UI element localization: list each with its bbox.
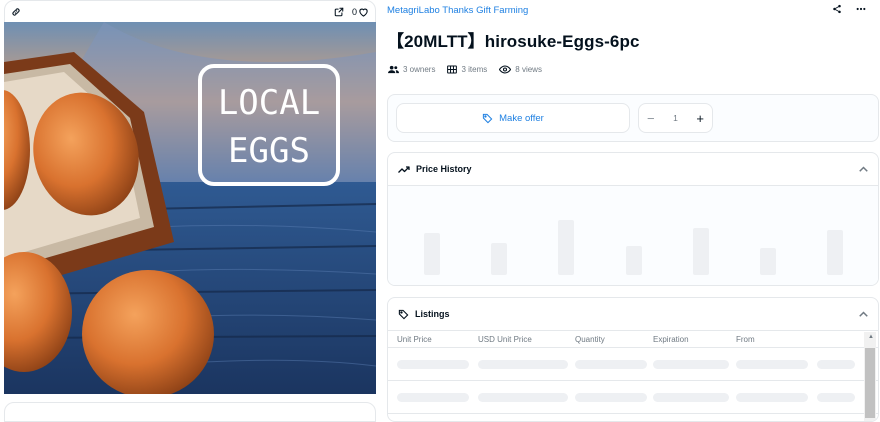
more-icon[interactable] [856,4,866,14]
tag-icon [398,309,409,320]
price-history-header[interactable]: Price History [388,153,878,186]
increase-quantity-button[interactable]: + [696,112,704,125]
loading-bar [760,248,776,275]
item-stats: 3 owners 3 items 8 views [388,65,542,74]
scrollbar-thumb[interactable] [865,348,875,418]
make-offer-label: Make offer [499,112,544,124]
scroll-up-arrow-icon[interactable]: ▲ [868,334,874,340]
column-header[interactable]: USD Unit Price [478,335,532,344]
owners-count: 3 owners [403,65,436,74]
loading-cell [736,360,808,369]
make-offer-button[interactable]: Make offer [396,103,630,133]
owners-stat[interactable]: 3 owners [388,65,435,74]
loading-bar [693,228,709,275]
chevron-up-icon[interactable] [859,166,868,172]
items-stat: 3 items [447,65,487,74]
offer-box: Make offer − 1 + [387,94,879,142]
items-icon [447,65,458,74]
loading-cell [736,393,808,402]
tag-icon [482,113,493,124]
listings-panel: Listings Unit Price USD Unit Price Quant… [387,297,879,422]
loading-bar [424,233,440,275]
loading-cell [478,360,568,369]
decrease-quantity-button[interactable]: − [647,112,655,125]
price-history-panel: Price History [387,152,879,286]
column-header[interactable]: From [736,335,755,344]
table-row [388,348,878,381]
loading-bar [626,246,642,275]
header-actions [832,4,866,14]
loading-cell [397,393,469,402]
heart-icon [358,7,369,17]
loading-bar [491,243,507,275]
listings-header[interactable]: Listings [388,298,878,331]
image-text-line2: EGGS [228,131,310,171]
listings-column-headers: Unit Price USD Unit Price Quantity Expir… [388,331,878,348]
price-history-loading [388,186,878,285]
quantity-input[interactable]: 1 [673,113,678,123]
loading-cell [817,393,855,402]
external-link-icon[interactable] [334,7,344,17]
items-count: 3 items [461,65,488,74]
item-title: 【20MLTT】hirosuke-Eggs-6pc [387,32,640,51]
loading-bar [558,220,574,275]
link-icon[interactable] [11,7,21,17]
favorite-count: 0 [351,7,357,17]
collection-link[interactable]: MetagriLabo Thanks Gift Farming [387,5,528,16]
favorite-button[interactable]: 0 [352,7,369,17]
loading-cell [653,360,729,369]
description-card [4,402,376,422]
table-row [388,381,878,414]
column-header[interactable]: Unit Price [397,335,432,344]
loading-bar [827,230,843,275]
share-icon[interactable] [832,4,842,14]
trend-icon [398,165,410,174]
loading-cell [817,360,855,369]
loading-cell [653,393,729,402]
loading-cell [478,393,568,402]
views-stat: 8 views [499,65,542,74]
price-history-title: Price History [416,164,472,174]
eye-icon [499,65,512,74]
media-toolbar: 0 [5,1,375,23]
loading-cell [397,360,469,369]
loading-cell [575,360,647,369]
loading-cell [575,393,647,402]
image-text-line1: LOCAL [218,83,320,123]
column-header[interactable]: Expiration [653,335,689,344]
owners-icon [388,65,399,74]
listings-title: Listings [415,309,450,319]
column-header[interactable]: Quantity [575,335,605,344]
views-count: 8 views [515,65,542,74]
nft-image[interactable]: LOCAL EGGS [4,22,376,394]
chevron-up-icon[interactable] [859,311,868,317]
quantity-stepper: − 1 + [638,103,713,133]
